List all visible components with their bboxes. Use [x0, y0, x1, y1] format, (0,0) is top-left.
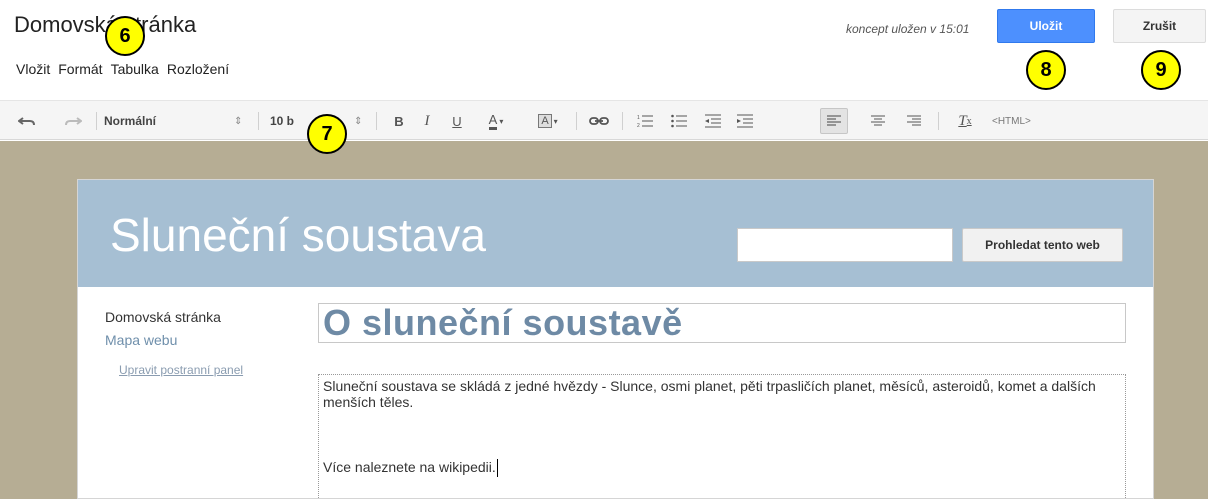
annotation-marker-7: 7: [307, 114, 347, 154]
sidebar-item-home[interactable]: Domovská stránka: [105, 309, 221, 325]
align-left-icon[interactable]: [820, 108, 848, 134]
edit-sidebar-link[interactable]: Upravit postranní panel: [119, 363, 243, 377]
cancel-button[interactable]: Zrušit: [1113, 9, 1206, 43]
site-search-input[interactable]: [737, 228, 953, 262]
updown-arrows-icon[interactable]: ⇕: [234, 101, 242, 141]
underline-icon[interactable]: U: [446, 101, 468, 141]
redo-icon[interactable]: [58, 101, 88, 141]
annotation-marker-8: 8: [1026, 50, 1066, 90]
editor-toolbar: Normální ⇕ 10 b ⇕ B I U A ▾ A ▾ 12 Tx <HTM…: [0, 100, 1208, 140]
align-center-icon[interactable]: [864, 101, 892, 141]
style-select[interactable]: Normální: [104, 101, 244, 141]
menubar: Vložit Formát Tabulka Rozložení: [16, 61, 229, 77]
font-size-value: 10 b: [270, 114, 295, 128]
draft-status: koncept uložen v 15:01: [846, 22, 970, 36]
text-caret: [496, 459, 498, 478]
indent-more-icon[interactable]: [730, 101, 760, 141]
save-button[interactable]: Uložit: [997, 9, 1095, 43]
menu-item-format[interactable]: Formát: [58, 61, 102, 77]
toolbar-divider: [96, 112, 97, 130]
site-header: Sluneční soustava Prohledat tento web: [78, 180, 1153, 287]
undo-icon[interactable]: [12, 101, 42, 141]
updown-arrows-icon[interactable]: ⇕: [354, 101, 362, 141]
clear-formatting-icon[interactable]: Tx: [952, 101, 978, 141]
svg-text:1: 1: [637, 115, 640, 121]
highlight-color-icon[interactable]: A ▾: [528, 101, 568, 141]
toolbar-divider: [938, 112, 939, 130]
site-page: Sluneční soustava Prohledat tento web Do…: [77, 179, 1154, 499]
bulleted-list-icon[interactable]: [664, 101, 694, 141]
toolbar-divider: [376, 112, 377, 130]
toolbar-divider: [622, 112, 623, 130]
italic-icon[interactable]: I: [416, 101, 438, 141]
text-color-icon[interactable]: A ▾: [476, 101, 516, 141]
numbered-list-icon[interactable]: 12: [630, 101, 660, 141]
site-title[interactable]: Sluneční soustava: [110, 208, 486, 262]
toolbar-divider: [258, 112, 259, 130]
toolbar-divider: [576, 112, 577, 130]
annotation-marker-6: 6: [105, 16, 145, 56]
editor-canvas: Sluneční soustava Prohledat tento web Do…: [0, 141, 1208, 499]
page-heading: O sluneční soustavě: [323, 302, 683, 343]
more-info-line: Více naleznete na wikipedii.: [323, 459, 498, 478]
site-search-button[interactable]: Prohledat tento web: [962, 228, 1123, 262]
annotation-marker-9: 9: [1141, 50, 1181, 90]
bold-icon[interactable]: B: [388, 101, 410, 141]
html-edit-button[interactable]: <HTML>: [992, 101, 1048, 141]
page-heading-field[interactable]: O sluneční soustavě: [318, 302, 1126, 343]
indent-less-icon[interactable]: [698, 101, 728, 141]
svg-text:2: 2: [637, 123, 640, 128]
menu-item-table[interactable]: Tabulka: [111, 61, 159, 77]
link-icon[interactable]: [584, 101, 614, 141]
body-paragraph: Sluneční soustava se skládá z jedné hvěz…: [323, 378, 1096, 410]
menu-item-insert[interactable]: Vložit: [16, 61, 50, 77]
sidebar-item-sitemap[interactable]: Mapa webu: [105, 332, 177, 348]
menu-item-layout[interactable]: Rozložení: [167, 61, 229, 77]
more-info-text: Více naleznete na wikipedii.: [323, 459, 496, 475]
style-select-value: Normální: [104, 114, 157, 128]
content-editor[interactable]: Sluneční soustava se skládá z jedné hvěz…: [318, 374, 1126, 499]
align-right-icon[interactable]: [900, 101, 928, 141]
